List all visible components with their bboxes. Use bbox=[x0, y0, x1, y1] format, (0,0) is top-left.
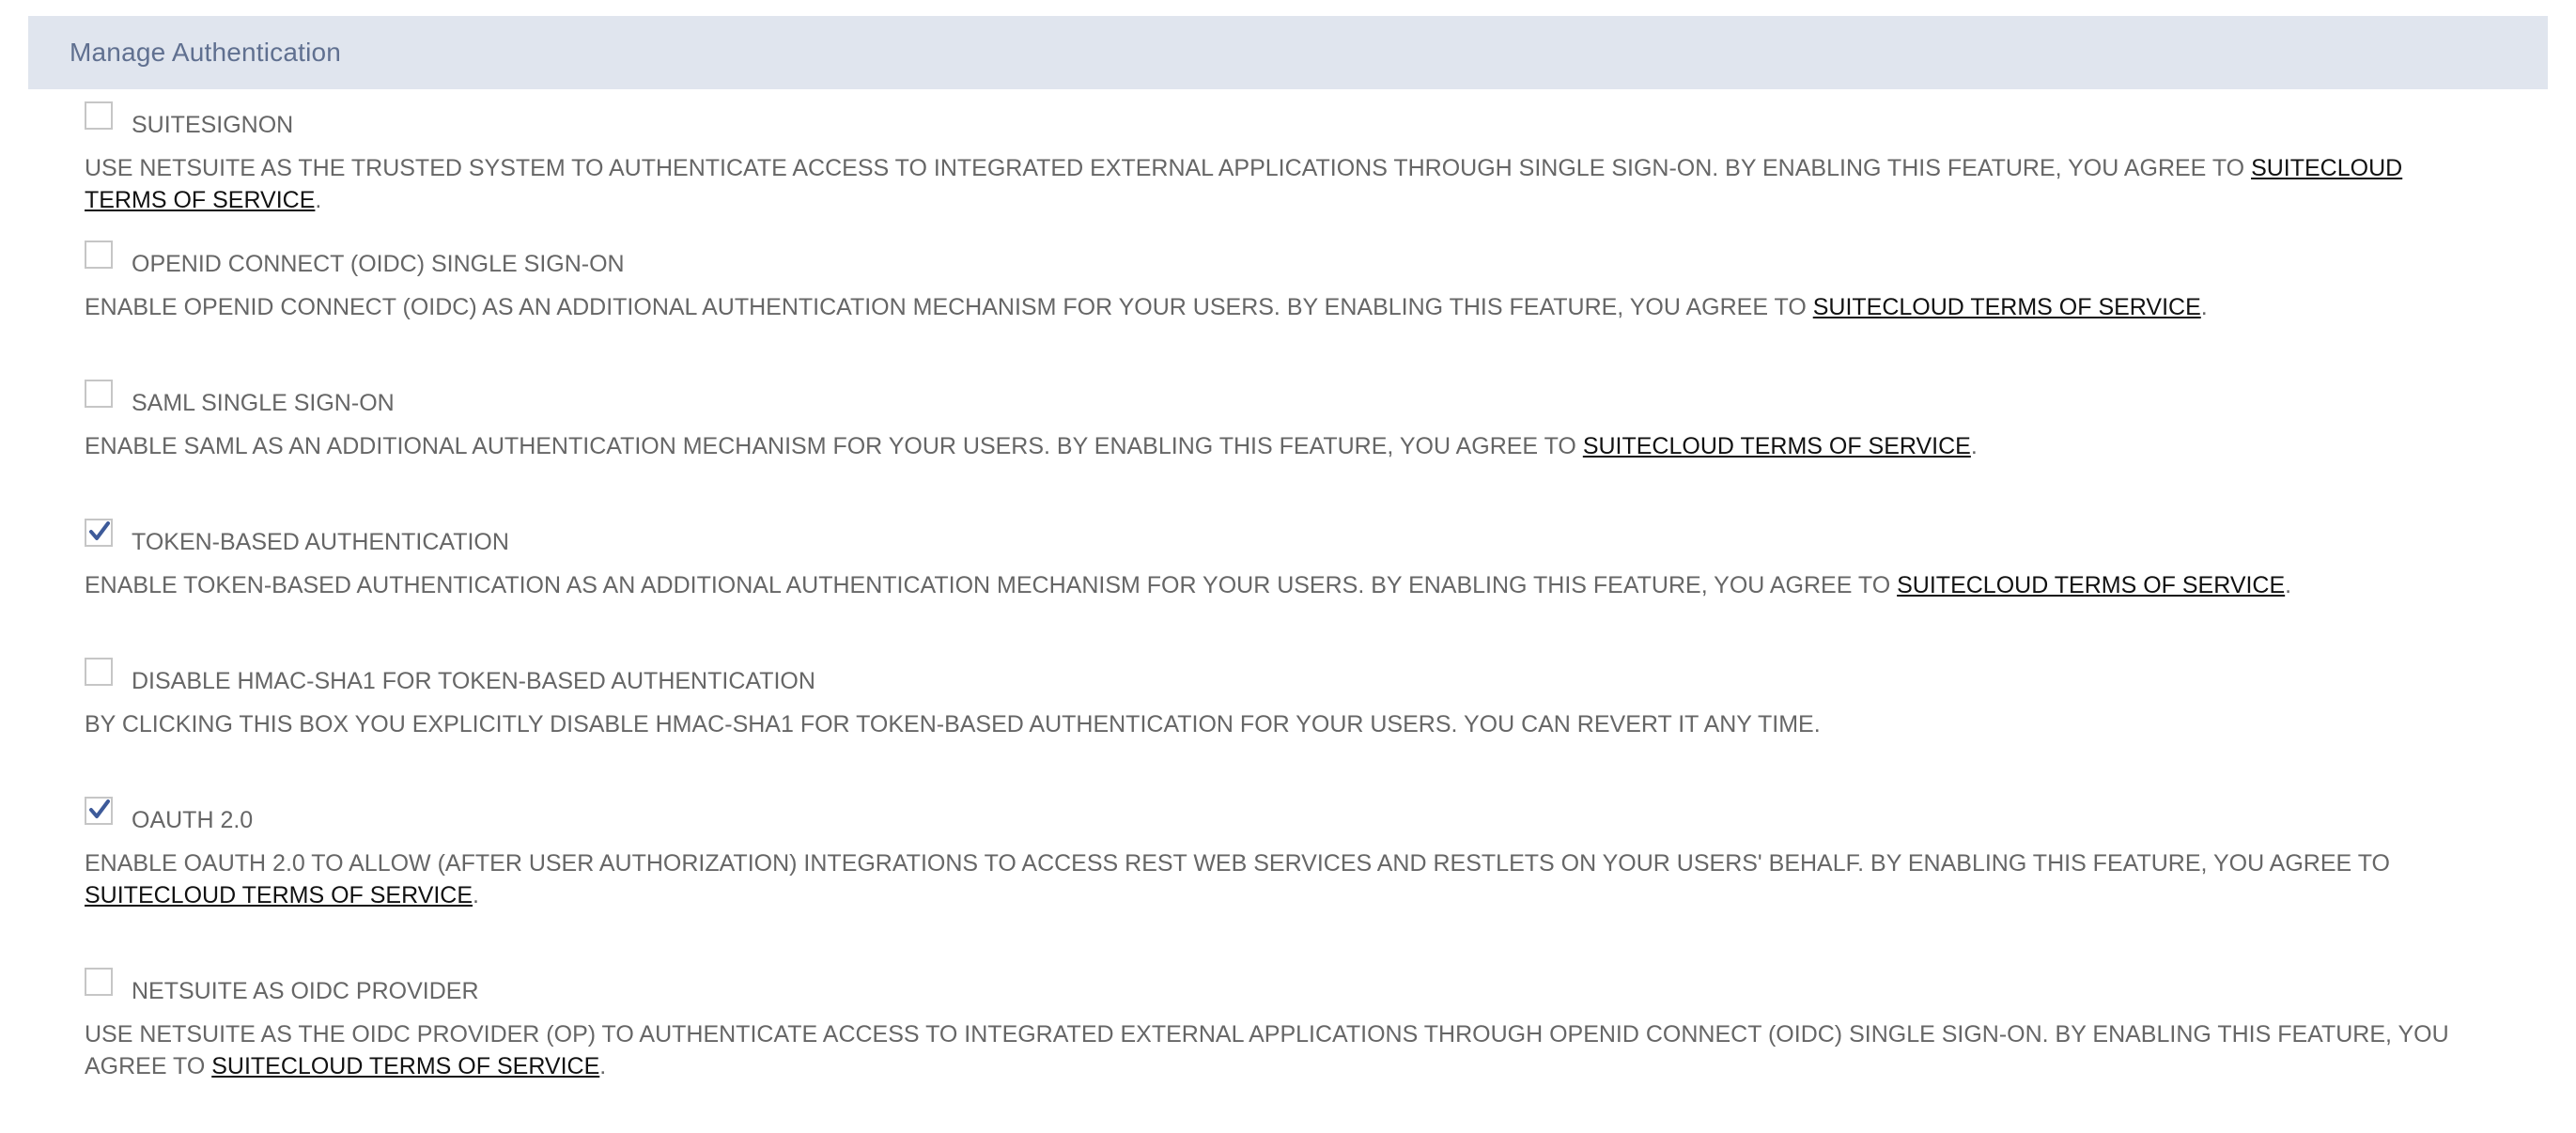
section-title: Manage Authentication bbox=[70, 38, 342, 67]
feature-description: ENABLE OAUTH 2.0 TO ALLOW (AFTER USER AU… bbox=[85, 847, 2490, 911]
feature-label: SUITESIGNON bbox=[132, 112, 294, 138]
description-text: BY CLICKING THIS BOX YOU EXPLICITLY DISA… bbox=[85, 711, 1821, 737]
description-text: ENABLE TOKEN-BASED AUTHENTICATION AS AN … bbox=[85, 572, 1898, 598]
suitecloud-terms-link[interactable]: SUITECLOUD TERMS OF SERVICE bbox=[1583, 433, 1971, 459]
feature-row: NETSUITE AS OIDC PROVIDER bbox=[85, 968, 2490, 1004]
feature-label: NETSUITE AS OIDC PROVIDER bbox=[132, 978, 479, 1004]
feature-saml-sso: SAML SINGLE SIGN-ON ENABLE SAML AS AN AD… bbox=[85, 380, 2490, 462]
feature-description: USE NETSUITE AS THE TRUSTED SYSTEM TO AU… bbox=[85, 152, 2490, 216]
feature-netsuite-oidc-provider: NETSUITE AS OIDC PROVIDER USE NETSUITE A… bbox=[85, 968, 2490, 1082]
suitesignon-checkbox[interactable] bbox=[85, 101, 113, 130]
checkmark-icon bbox=[89, 799, 110, 818]
disable-hmac-sha1-checkbox[interactable] bbox=[85, 658, 113, 686]
netsuite-oidc-provider-checkbox[interactable] bbox=[85, 968, 113, 996]
description-text: ENABLE OPENID CONNECT (OIDC) AS AN ADDIT… bbox=[85, 294, 1813, 320]
description-suffix: . bbox=[2200, 294, 2208, 320]
feature-token-based-auth: TOKEN-BASED AUTHENTICATION ENABLE TOKEN-… bbox=[85, 519, 2490, 601]
feature-row: DISABLE HMAC-SHA1 FOR TOKEN-BASED AUTHEN… bbox=[85, 658, 2490, 694]
feature-row: OPENID CONNECT (OIDC) SINGLE SIGN-ON bbox=[85, 241, 2490, 277]
description-text: ENABLE OAUTH 2.0 TO ALLOW (AFTER USER AU… bbox=[85, 850, 2390, 877]
description-suffix: . bbox=[1970, 433, 1978, 459]
feature-label: DISABLE HMAC-SHA1 FOR TOKEN-BASED AUTHEN… bbox=[132, 668, 815, 694]
feature-label: OPENID CONNECT (OIDC) SINGLE SIGN-ON bbox=[132, 251, 625, 277]
feature-description: ENABLE OPENID CONNECT (OIDC) AS AN ADDIT… bbox=[85, 291, 2490, 323]
token-based-auth-checkbox[interactable] bbox=[85, 519, 113, 547]
description-suffix: . bbox=[315, 187, 322, 213]
checkmark-icon bbox=[89, 521, 110, 540]
feature-oidc-sso: OPENID CONNECT (OIDC) SINGLE SIGN-ON ENA… bbox=[85, 241, 2490, 323]
feature-row: SAML SINGLE SIGN-ON bbox=[85, 380, 2490, 416]
suitecloud-terms-link[interactable]: SUITECLOUD TERMS OF SERVICE bbox=[1897, 572, 2285, 598]
feature-description: ENABLE SAML AS AN ADDITIONAL AUTHENTICAT… bbox=[85, 430, 2490, 462]
suitecloud-terms-link[interactable]: SUITECLOUD TERMS OF SERVICE bbox=[1813, 294, 2201, 320]
feature-oauth-2: OAUTH 2.0 ENABLE OAUTH 2.0 TO ALLOW (AFT… bbox=[85, 797, 2490, 911]
suitecloud-terms-link[interactable]: SUITECLOUD TERMS OF SERVICE bbox=[211, 1053, 599, 1079]
oauth-2-checkbox[interactable] bbox=[85, 797, 113, 825]
feature-row: OAUTH 2.0 bbox=[85, 797, 2490, 833]
feature-suitesignon: SUITESIGNON USE NETSUITE AS THE TRUSTED … bbox=[85, 101, 2490, 216]
feature-label: TOKEN-BASED AUTHENTICATION bbox=[132, 529, 509, 555]
description-text: ENABLE SAML AS AN ADDITIONAL AUTHENTICAT… bbox=[85, 433, 1583, 459]
oidc-sso-checkbox[interactable] bbox=[85, 241, 113, 269]
feature-description: BY CLICKING THIS BOX YOU EXPLICITLY DISA… bbox=[85, 708, 2490, 740]
feature-label: OAUTH 2.0 bbox=[132, 807, 254, 833]
description-text: USE NETSUITE AS THE TRUSTED SYSTEM TO AU… bbox=[85, 155, 2252, 181]
feature-row: TOKEN-BASED AUTHENTICATION bbox=[85, 519, 2490, 555]
description-suffix: . bbox=[473, 882, 479, 908]
description-suffix: . bbox=[2285, 572, 2292, 598]
feature-description: USE NETSUITE AS THE OIDC PROVIDER (OP) T… bbox=[85, 1018, 2490, 1082]
manage-authentication-page: Manage Authentication SUITESIGNON USE NE… bbox=[0, 0, 2576, 1133]
feature-disable-hmac-sha1: DISABLE HMAC-SHA1 FOR TOKEN-BASED AUTHEN… bbox=[85, 658, 2490, 740]
feature-description: ENABLE TOKEN-BASED AUTHENTICATION AS AN … bbox=[85, 569, 2490, 601]
feature-label: SAML SINGLE SIGN-ON bbox=[132, 390, 395, 416]
saml-sso-checkbox[interactable] bbox=[85, 380, 113, 408]
feature-row: SUITESIGNON bbox=[85, 101, 2490, 138]
section-header: Manage Authentication bbox=[28, 16, 2548, 89]
description-suffix: . bbox=[599, 1053, 607, 1079]
suitecloud-terms-link[interactable]: SUITECLOUD TERMS OF SERVICE bbox=[85, 882, 473, 908]
